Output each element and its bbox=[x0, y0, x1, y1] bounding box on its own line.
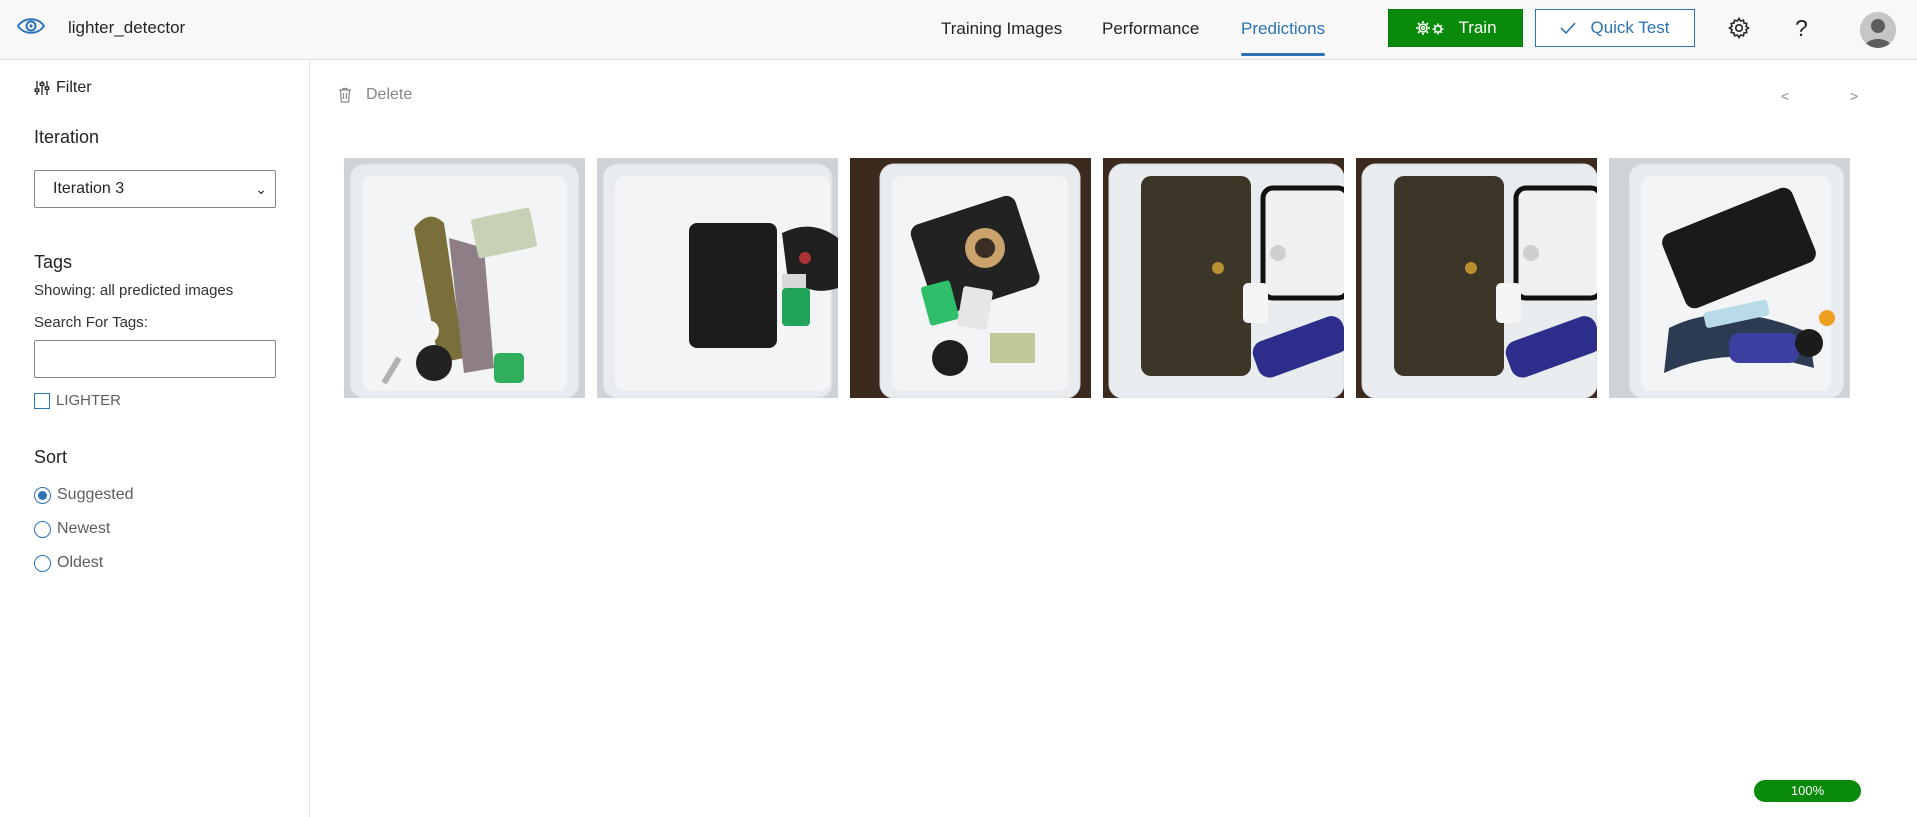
next-page-button[interactable]: > bbox=[1850, 88, 1858, 104]
tab-training-images[interactable]: Training Images bbox=[941, 19, 1062, 39]
sidebar: Filter Iteration Iteration 3 ⌄ Tags Show… bbox=[0, 61, 310, 817]
filter-sliders-icon bbox=[34, 81, 50, 95]
gears-icon bbox=[1416, 21, 1444, 35]
prediction-image-6[interactable] bbox=[1609, 158, 1850, 398]
photo bbox=[1609, 158, 1850, 398]
filter-label: Filter bbox=[56, 79, 92, 96]
previous-page-button[interactable]: < bbox=[1781, 88, 1789, 104]
prediction-image-5[interactable] bbox=[1356, 158, 1597, 398]
sort-heading: Sort bbox=[34, 447, 68, 467]
sort-radio-suggested[interactable]: Suggested bbox=[34, 486, 134, 504]
delete-button[interactable]: Delete bbox=[338, 86, 412, 104]
person-icon bbox=[1860, 12, 1896, 48]
train-button[interactable]: Train bbox=[1388, 9, 1523, 47]
chevron-down-icon: ⌄ bbox=[255, 181, 267, 197]
user-avatar[interactable] bbox=[1860, 12, 1896, 48]
quick-test-button[interactable]: Quick Test bbox=[1535, 9, 1695, 47]
tab-predictions[interactable]: Predictions bbox=[1241, 19, 1326, 56]
sort-label-newest: Newest bbox=[57, 520, 111, 537]
top-bar: lighter_detector Training Images Perform… bbox=[0, 0, 1917, 60]
tags-heading: Tags bbox=[34, 252, 73, 272]
tag-label-lighter: LIGHTER bbox=[56, 392, 122, 409]
prediction-image-3[interactable] bbox=[850, 158, 1091, 398]
photo bbox=[1103, 158, 1344, 398]
photo bbox=[850, 158, 1091, 398]
iteration-selected-value: Iteration 3 bbox=[53, 180, 125, 197]
settings-gear-icon[interactable] bbox=[1728, 17, 1750, 39]
sort-label-oldest: Oldest bbox=[57, 554, 104, 571]
project-name[interactable]: lighter_detector bbox=[68, 18, 185, 38]
progress-indicator: 100% bbox=[1754, 780, 1861, 802]
tab-performance[interactable]: Performance bbox=[1102, 19, 1199, 39]
sort-radio-oldest[interactable]: Oldest bbox=[34, 554, 103, 572]
photo bbox=[597, 158, 838, 398]
trash-icon bbox=[339, 87, 351, 103]
showing-text: Showing: all predicted images bbox=[34, 282, 234, 299]
prediction-image-2[interactable] bbox=[597, 158, 838, 398]
radio-circle[interactable] bbox=[34, 520, 51, 538]
search-tags-input[interactable] bbox=[34, 340, 276, 378]
search-tags-label: Search For Tags: bbox=[34, 314, 148, 331]
sort-radio-newest[interactable]: Newest bbox=[34, 520, 110, 538]
prediction-image-4[interactable] bbox=[1103, 158, 1344, 398]
photo bbox=[1356, 158, 1597, 398]
train-button-label: Train bbox=[1458, 18, 1497, 37]
iteration-heading: Iteration bbox=[34, 127, 100, 147]
checkbox-box[interactable] bbox=[34, 392, 50, 409]
checkmark-icon bbox=[1560, 22, 1577, 35]
prediction-image-1[interactable] bbox=[344, 158, 585, 398]
tag-checkbox-lighter[interactable]: LIGHTER bbox=[34, 392, 121, 409]
radio-circle[interactable] bbox=[34, 554, 51, 572]
filter-button[interactable]: Filter bbox=[34, 79, 92, 97]
photo bbox=[344, 158, 585, 398]
sort-label-suggested: Suggested bbox=[57, 486, 134, 503]
quick-test-label: Quick Test bbox=[1590, 18, 1670, 37]
eye-icon[interactable] bbox=[16, 14, 46, 38]
iteration-select[interactable]: Iteration 3 ⌄ bbox=[34, 170, 276, 208]
delete-label: Delete bbox=[366, 86, 413, 103]
radio-circle[interactable] bbox=[34, 486, 51, 504]
help-icon[interactable]: ? bbox=[1795, 15, 1808, 42]
